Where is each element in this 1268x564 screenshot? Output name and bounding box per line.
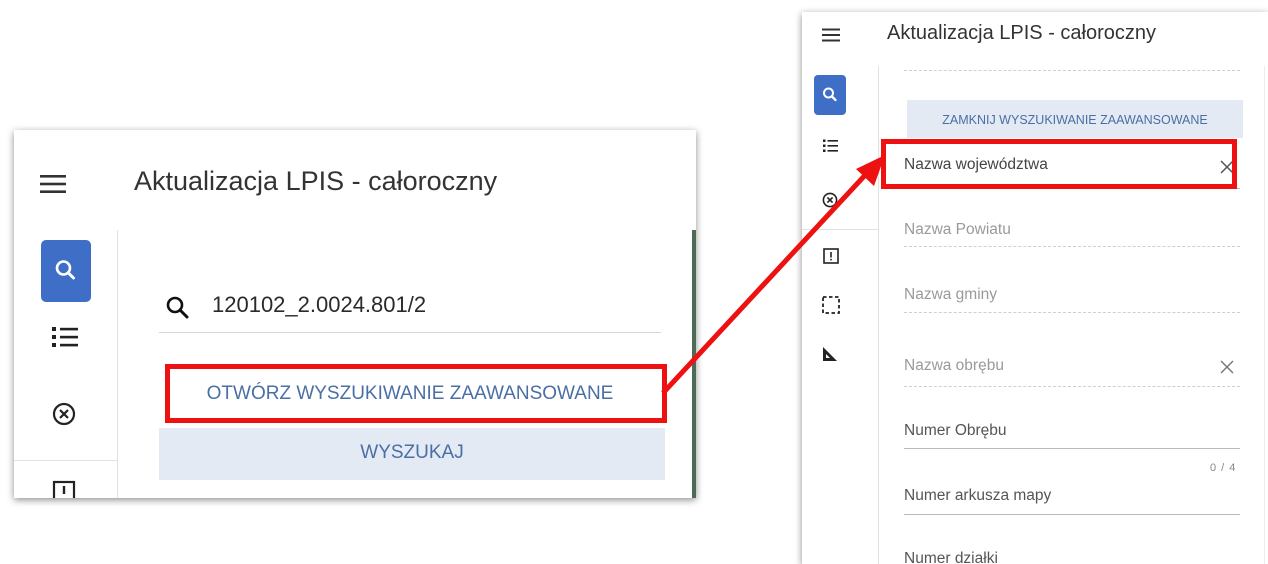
annotation-arrow: [661, 155, 885, 395]
